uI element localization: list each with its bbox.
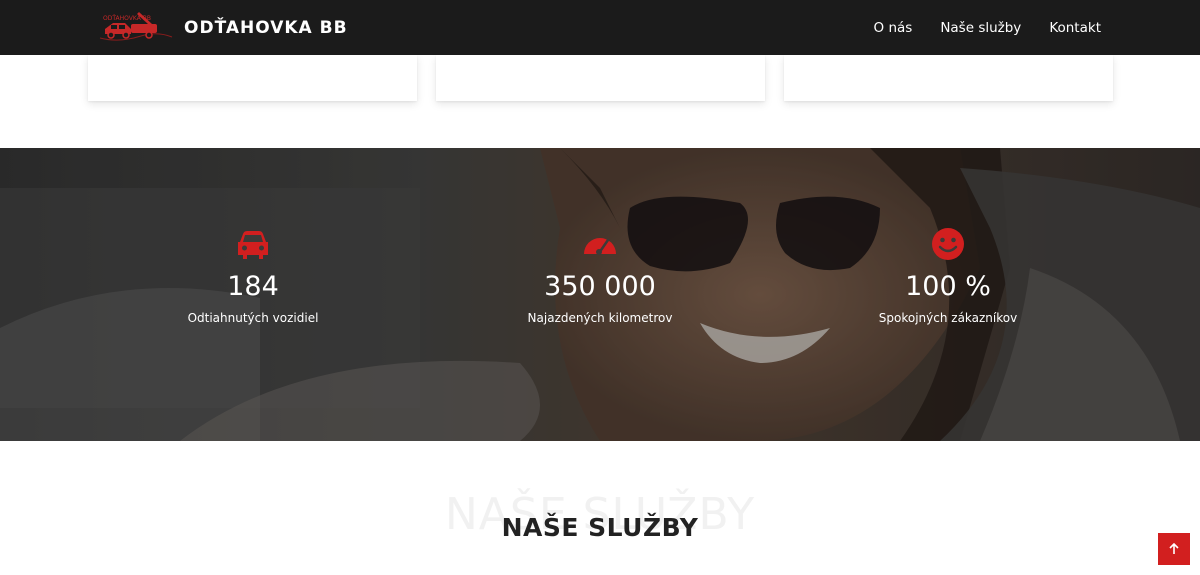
- smiley-icon: [932, 228, 964, 260]
- stat-label: Najazdených kilometrov: [527, 310, 673, 325]
- arrow-up-icon: [1169, 543, 1179, 554]
- stat-vehicles: 184 Odtiahnutých vozidiel: [103, 226, 403, 325]
- stats-section: 184 Odtiahnutých vozidiel 350 000 Najazd…: [0, 148, 1200, 441]
- nav-item-o-nas[interactable]: O nás: [874, 20, 913, 36]
- feature-cards: [0, 55, 1200, 148]
- stat-kilometers: 350 000 Najazdených kilometrov: [450, 226, 750, 325]
- logo-text: ODŤAHOVKA BB: [103, 14, 151, 22]
- speedometer-icon: [584, 238, 616, 255]
- stat-value: 350 000: [544, 271, 656, 302]
- stat-value: 100 %: [905, 271, 991, 302]
- feature-card: [784, 55, 1113, 101]
- services-title: NAŠE SLUŽBY: [501, 513, 699, 542]
- stat-label: Odtiahnutých vozidiel: [187, 310, 319, 325]
- back-to-top-button[interactable]: [1158, 533, 1190, 565]
- navbar: ODŤAHOVKA BB ODŤAHOVKA BB O nás Naše slu…: [0, 0, 1200, 55]
- nav-item-nase-sluzby[interactable]: Naše služby: [940, 20, 1021, 36]
- tow-truck-logo-icon: ODŤAHOVKA BB: [99, 12, 173, 41]
- brand-name: ODŤAHOVKA BB: [184, 18, 348, 38]
- services-section: NAŠE SLUŽBY NAŠE SLUŽBY: [0, 441, 1200, 575]
- stat-value: 184: [227, 271, 279, 302]
- brand-link[interactable]: ODŤAHOVKA BB ODŤAHOVKA BB: [97, 6, 348, 50]
- stat-label: Spokojných zákazníkov: [878, 310, 1018, 325]
- feature-card: [436, 55, 765, 101]
- feature-card: [88, 55, 417, 101]
- main-nav: O nás Naše služby Kontakt: [846, 0, 1101, 55]
- car-icon: [238, 231, 268, 259]
- stat-customers: 100 % Spokojných zákazníkov: [798, 226, 1098, 325]
- nav-item-kontakt[interactable]: Kontakt: [1049, 20, 1101, 36]
